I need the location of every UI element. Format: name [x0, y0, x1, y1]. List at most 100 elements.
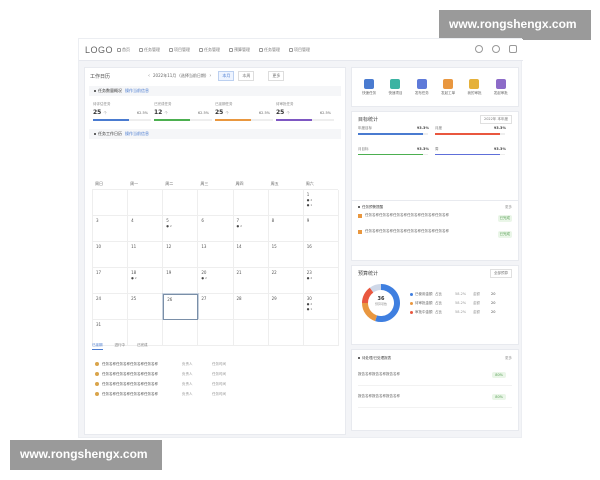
calendar-day[interactable]: 15: [268, 242, 304, 268]
day-number: 7: [236, 218, 240, 223]
panel-title: 工作日历: [90, 73, 111, 80]
day-number: 22: [271, 270, 277, 275]
task-tab[interactable]: 已延期: [92, 343, 103, 350]
nav-item-home[interactable]: 首页: [117, 47, 130, 53]
calendar-panel-header: 工作日历 ‹ 2022年11月 (选择当前日期) › 本月 本周 更多: [85, 68, 345, 84]
period-select[interactable]: 2022年 本年度: [479, 114, 512, 124]
nav-item-tasks[interactable]: 任务管理: [139, 47, 160, 53]
day-event-count[interactable]: 2: [131, 276, 159, 280]
nav-item-tasks-3[interactable]: 任务管理: [259, 47, 280, 53]
calendar-day[interactable]: 25: [128, 294, 164, 320]
budget-filter-select[interactable]: 全部预算: [490, 268, 512, 278]
legend-row: 待审批金额 占比 58.2% 金额 20: [410, 299, 495, 308]
quick-action-button[interactable]: 发起审批: [494, 78, 508, 96]
reports-more-link[interactable]: 更多: [505, 356, 512, 361]
report-item[interactable]: 报告名称报告名称报告名称 80%: [358, 364, 512, 386]
calendar-day[interactable]: 52: [163, 216, 199, 242]
calendar-day[interactable]: 10: [93, 242, 129, 268]
legend-share-label: 占比: [435, 300, 442, 305]
quick-action-button[interactable]: 发起工单: [441, 78, 455, 96]
day-event-count[interactable]: 1: [307, 203, 335, 207]
nav-item-budget[interactable]: 预算管理: [229, 47, 250, 53]
task-list-item[interactable]: 任务名称任务名称任务名称任务名称 负责人 任务时间: [95, 359, 335, 369]
calendar-day[interactable]: 72: [233, 216, 269, 242]
nav-item-projects[interactable]: 项目管理: [169, 47, 190, 53]
calendar-day[interactable]: 13: [198, 242, 234, 268]
task-list-item[interactable]: 任务名称任务名称任务名称任务名称 负责人 任务时间: [95, 369, 335, 379]
weekday-label: 周六: [305, 181, 314, 186]
stat-unit: 个: [103, 111, 107, 115]
day-number: 10: [96, 244, 102, 249]
stat-card[interactable]: 已延期任务 25 个 62.5%: [215, 102, 276, 121]
calendar-day[interactable]: 21: [233, 268, 269, 294]
day-event-count[interactable]: 2: [307, 276, 335, 280]
more-button[interactable]: 更多: [268, 71, 285, 81]
quick-action-button[interactable]: 快速项目: [388, 78, 402, 96]
day-event-count[interactable]: 2: [237, 224, 265, 228]
notification-icon[interactable]: [475, 45, 483, 53]
day-number: 21: [236, 270, 242, 275]
calendar-day[interactable]: 11: [128, 242, 164, 268]
message-icon[interactable]: [509, 45, 517, 53]
chevron-left-icon[interactable]: ‹: [148, 73, 150, 79]
calendar-day[interactable]: 28: [233, 294, 269, 320]
alert-item[interactable]: 任务名称任务名称任务名称任务名称任务名称任务名称 已完成: [358, 213, 512, 229]
month-button[interactable]: 本月: [218, 71, 235, 81]
report-item[interactable]: 报告名称报告名称报告名称 80%: [358, 386, 512, 408]
bell-icon[interactable]: [492, 45, 500, 53]
budget-body: 36 预算项数 已使用金额 占比 58.2% 金额 20 待审批金额 占比 58.2% 金额 20…: [358, 280, 512, 326]
quick-action-button[interactable]: 发布任务: [415, 78, 429, 96]
calendar-day[interactable]: 8: [268, 216, 304, 242]
target-percent: 93.3%: [493, 146, 506, 151]
calendar-day[interactable]: 16: [303, 242, 339, 268]
calendar-day[interactable]: 4: [128, 216, 164, 242]
stat-card[interactable]: 待评估任务 25 个 62.5%: [93, 102, 154, 121]
task-tab[interactable]: 进行中: [115, 343, 126, 350]
calendar-day[interactable]: 3021: [303, 294, 339, 320]
task-list-item[interactable]: 任务名称任务名称任务名称任务名称 负责人 任务时间: [95, 389, 335, 399]
stat-card[interactable]: 待审批任务 25 个 62.5%: [276, 102, 337, 121]
calendar-day[interactable]: 29: [268, 294, 304, 320]
calendar-day[interactable]: 121: [303, 190, 339, 216]
chevron-right-icon[interactable]: ›: [209, 73, 211, 79]
calendar-day[interactable]: 27: [198, 294, 234, 320]
legend-name: 待审批金额: [415, 300, 433, 305]
reports-list: 报告名称报告名称报告名称 80% 报告名称报告名称报告名称 80%: [358, 364, 512, 408]
calendar-day[interactable]: 22: [268, 268, 304, 294]
calendar-day[interactable]: 202: [198, 268, 234, 294]
calendar-day[interactable]: 26: [163, 294, 199, 320]
calendar-section-link[interactable]: 操作当前信息: [125, 131, 149, 137]
calendar-day[interactable]: 12: [163, 242, 199, 268]
task-list-item[interactable]: 任务名称任务名称任务名称任务名称 负责人 任务时间: [95, 379, 335, 389]
stat-row: 25 个 62.5%: [93, 109, 154, 116]
stat-card[interactable]: 已完成任务 12 个 62.5%: [154, 102, 215, 121]
calendar-day[interactable]: 6: [198, 216, 234, 242]
alert-item[interactable]: 任务名称任务名称任务名称任务名称任务名称任务名称 已完成: [358, 229, 512, 245]
day-event-count[interactable]: 1: [307, 307, 335, 311]
nav-item-tasks-2[interactable]: 任务管理: [199, 47, 220, 53]
day-event-count[interactable]: 2: [307, 198, 335, 202]
calendar-day[interactable]: 17: [93, 268, 129, 294]
quick-action-button[interactable]: 快速任务: [362, 78, 376, 96]
alerts-list: 任务名称任务名称任务名称任务名称任务名称任务名称 已完成 任务名称任务名称任务名称任…: [358, 213, 512, 245]
calendar-day[interactable]: 3: [93, 216, 129, 242]
alerts-more-link[interactable]: 更多: [505, 205, 512, 210]
calendar-day[interactable]: 24: [93, 294, 129, 320]
day-event-count[interactable]: 2: [307, 302, 335, 306]
date-picker[interactable]: ‹ 2022年11月 (选择当前日期) ›: [145, 73, 214, 79]
calendar-day[interactable]: 9: [303, 216, 339, 242]
stats-section-link[interactable]: 操作当前信息: [125, 88, 149, 94]
quick-action-button[interactable]: 我的审批: [467, 78, 481, 96]
nav-item-projects-2[interactable]: 项目管理: [289, 47, 310, 53]
target-progress-bar: [435, 153, 505, 156]
day-event-count[interactable]: 2: [166, 224, 194, 228]
task-tab[interactable]: 已完成: [137, 343, 148, 350]
calendar-day[interactable]: 14: [233, 242, 269, 268]
status-dot-icon: [95, 392, 99, 396]
week-button[interactable]: 本周: [238, 71, 255, 81]
calendar-day[interactable]: 182: [128, 268, 164, 294]
calendar-day[interactable]: 19: [163, 268, 199, 294]
day-event-count[interactable]: 2: [201, 276, 229, 280]
calendar-day[interactable]: 232: [303, 268, 339, 294]
stat-row: 25 个 62.5%: [276, 109, 337, 116]
